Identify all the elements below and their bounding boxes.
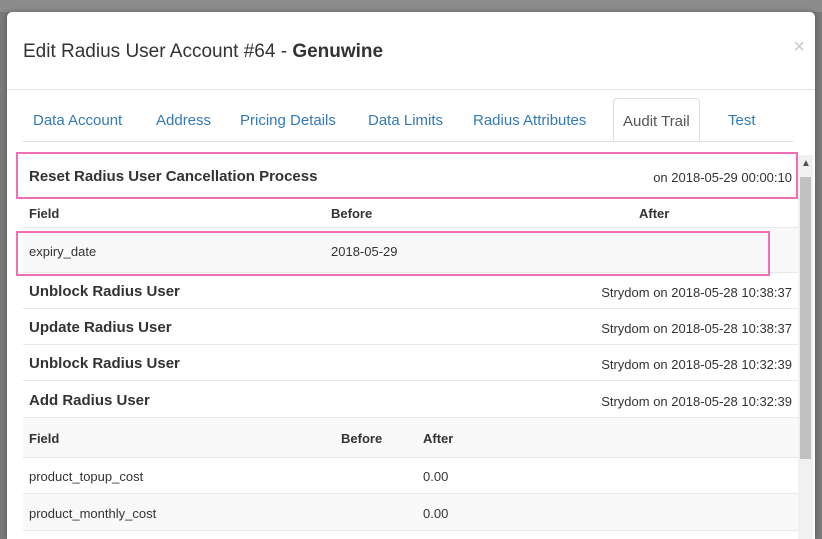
column-header-field: Field: [29, 206, 60, 221]
audit-entry: Add Radius User Strydom on 2018-05-28 10…: [23, 381, 798, 418]
audit-entry: Unblock Radius User Strydom on 2018-05-2…: [23, 273, 798, 309]
audit-table-header: Field Before After: [23, 418, 798, 458]
modal-title-name: Genuwine: [292, 41, 384, 62]
column-header-before: Before: [341, 431, 383, 446]
audit-entry-title: Unblock Radius User: [29, 283, 180, 300]
value-after: 0.00: [423, 506, 449, 521]
background-overlay: [0, 0, 822, 12]
modal-header: Edit Radius User Account #64 - Genuwine …: [7, 12, 815, 90]
column-header-after: After: [423, 431, 454, 446]
table-row: product_topup_cost 0.00: [23, 458, 798, 494]
tab-test[interactable]: Test: [728, 98, 756, 140]
table-row: product_monthly_cost 0.00: [23, 494, 798, 531]
audit-entry-title: Add Radius User: [29, 392, 150, 409]
tab-pricing-details[interactable]: Pricing Details: [240, 98, 336, 140]
tab-data-account[interactable]: Data Account: [33, 98, 122, 140]
audit-entry-meta: Strydom on 2018-05-28 10:32:39: [601, 357, 792, 372]
column-header-before: Before: [331, 206, 373, 221]
audit-entry-meta: Strydom on 2018-05-28 10:38:37: [601, 321, 792, 336]
audit-entry-meta: Strydom on 2018-05-28 10:38:37: [601, 285, 792, 300]
audit-entry: Update Radius User Strydom on 2018-05-28…: [23, 309, 798, 345]
edit-account-modal: Edit Radius User Account #64 - Genuwine …: [7, 12, 815, 539]
field-name: product_monthly_cost: [29, 506, 157, 521]
scroll-up-arrow-icon[interactable]: ▲: [801, 158, 811, 169]
audit-trail-list: Reset Radius User Cancellation Process o…: [23, 155, 798, 539]
scrollbar[interactable]: ▲: [798, 155, 813, 539]
tab-bar: Data Account Address Pricing Details Dat…: [23, 98, 793, 142]
modal-title: Edit Radius User Account #64 - Genuwine: [23, 41, 383, 63]
highlight-box-entry-title: [16, 152, 798, 199]
tab-address[interactable]: Address: [156, 98, 211, 140]
tab-audit-trail[interactable]: Audit Trail: [613, 98, 700, 141]
value-after: 0.00: [423, 469, 449, 484]
column-header-field: Field: [29, 431, 60, 446]
close-icon[interactable]: ×: [793, 36, 805, 59]
tab-data-limits[interactable]: Data Limits: [368, 98, 443, 140]
highlight-box-field-row: [16, 231, 770, 276]
audit-entry-title: Update Radius User: [29, 319, 172, 336]
scrollbar-thumb[interactable]: [800, 177, 811, 459]
audit-table-header: Field Before After: [23, 198, 798, 228]
column-header-after: After: [639, 206, 670, 221]
audit-entry-title: Unblock Radius User: [29, 355, 180, 372]
modal-title-prefix: Edit Radius User Account #64 -: [23, 41, 293, 62]
audit-entry: Unblock Radius User Strydom on 2018-05-2…: [23, 345, 798, 381]
tab-radius-attributes[interactable]: Radius Attributes: [473, 98, 586, 140]
field-name: product_topup_cost: [29, 469, 144, 484]
audit-entry-meta: Strydom on 2018-05-28 10:32:39: [601, 394, 792, 409]
